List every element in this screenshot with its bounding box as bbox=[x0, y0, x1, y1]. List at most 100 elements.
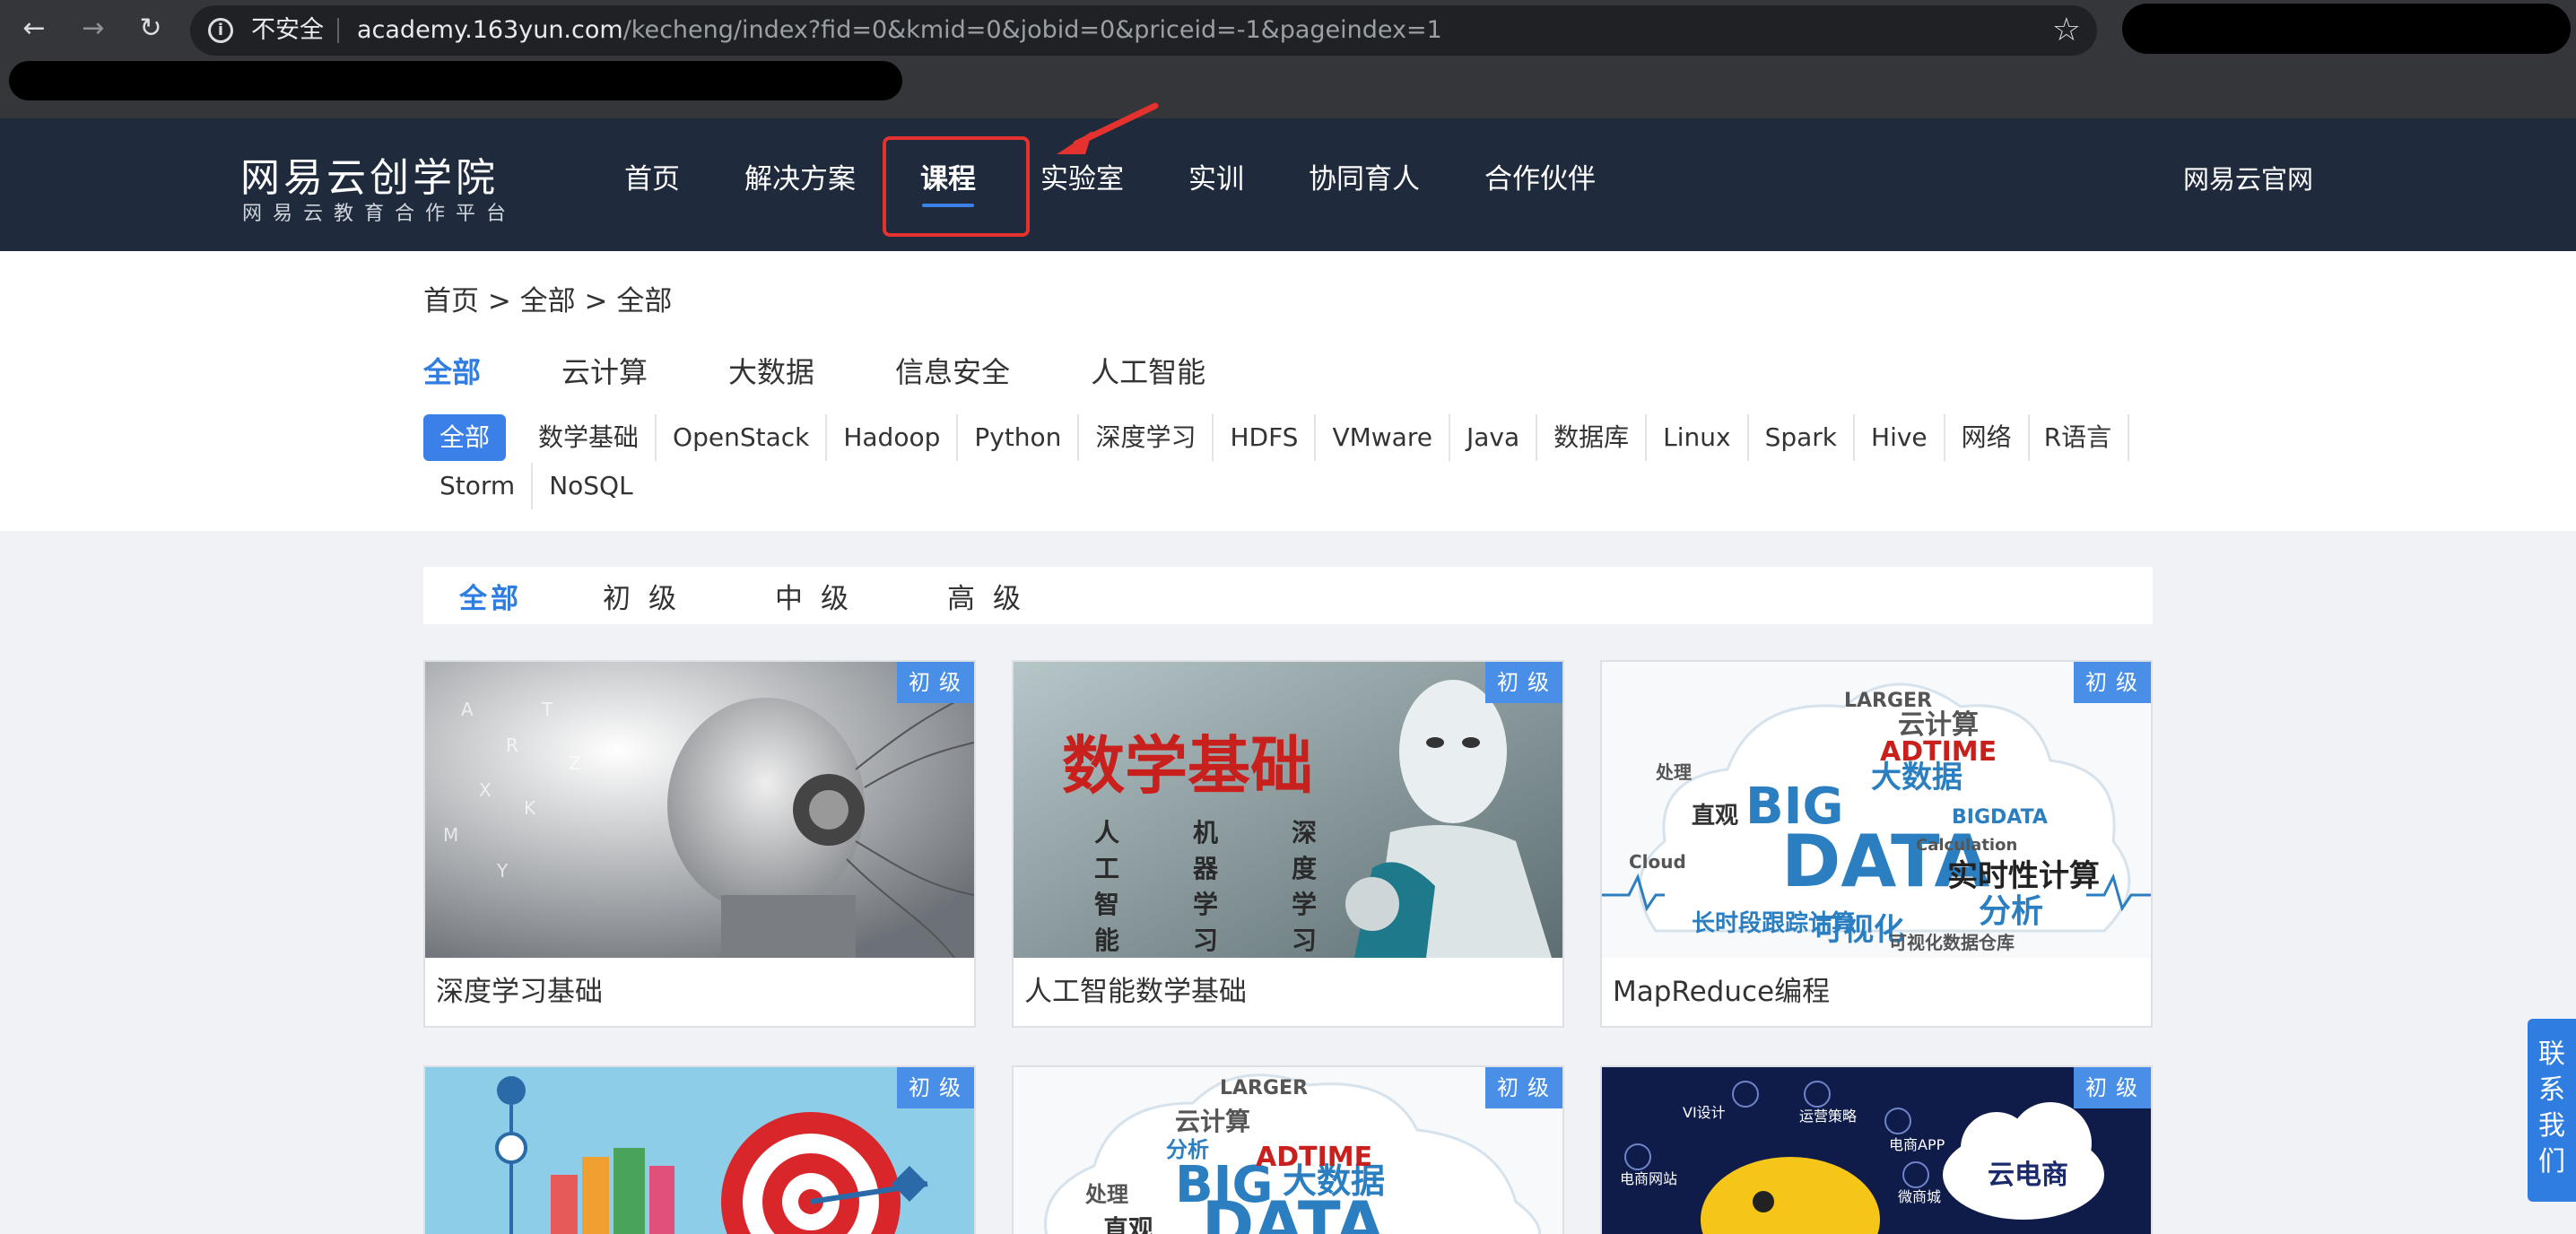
forward-icon[interactable]: → bbox=[77, 13, 109, 45]
target-image-icon bbox=[425, 1067, 974, 1234]
nav-solutions[interactable]: 解决方案 bbox=[712, 118, 888, 251]
svg-text:处理: 处理 bbox=[1655, 761, 1692, 783]
course-thumbnail[interactable]: VI设计 运营策略 电商APP 电商网站 微商城 云电商 初级 bbox=[1602, 1067, 2151, 1234]
course-thumbnail[interactable]: BIG 大数据 DATA ADTIME 实时性计算 长时段跟踪计算 可视化 分析… bbox=[1602, 662, 2151, 958]
level-badge: 初级 bbox=[1485, 662, 1562, 703]
tag-item[interactable]: Hive bbox=[1855, 414, 1945, 461]
level-advanced[interactable]: 高级 bbox=[947, 576, 1039, 616]
official-site-link[interactable]: 网易云官网 bbox=[2183, 118, 2313, 240]
course-card[interactable]: BIG 大数据 DATA ADTIME 实时性计算 长时段跟踪计算 可视化 分析… bbox=[1600, 660, 2153, 1028]
tag-item[interactable]: OpenStack bbox=[657, 414, 828, 461]
svg-text:习: 习 bbox=[1193, 926, 1218, 955]
category-tab-security[interactable]: 信息安全 bbox=[895, 350, 1010, 391]
robot-image-icon: A R X T M K Z Y bbox=[425, 662, 974, 958]
svg-text:运营策略: 运营策略 bbox=[1799, 1108, 1857, 1125]
svg-text:能: 能 bbox=[1094, 926, 1119, 955]
tag-filter: 全部 数学基础 OpenStack Hadoop Python 深度学习 HDF… bbox=[423, 414, 2154, 511]
svg-text:LARGER: LARGER bbox=[1220, 1077, 1308, 1099]
bigdata-cloud-image-icon: BIG 大数据 DATA ADTIME 分析 直观 LARGER 云计算 处理 bbox=[1014, 1067, 1562, 1234]
svg-text:机: 机 bbox=[1193, 818, 1218, 847]
level-badge: 初级 bbox=[2074, 1067, 2151, 1108]
tag-all[interactable]: 全部 bbox=[423, 414, 507, 461]
tag-item[interactable]: 网络 bbox=[1945, 414, 2030, 461]
course-card[interactable]: VI设计 运营策略 电商APP 电商网站 微商城 云电商 初级 bbox=[1600, 1065, 2153, 1234]
nav-training[interactable]: 实训 bbox=[1156, 118, 1276, 251]
course-thumbnail[interactable]: A R X T M K Z Y 初级 bbox=[425, 662, 974, 958]
nav-partners[interactable]: 合作伙伴 bbox=[1452, 118, 1628, 251]
category-tab-bigdata[interactable]: 大数据 bbox=[728, 350, 814, 391]
svg-text:学: 学 bbox=[1193, 890, 1218, 919]
svg-text:分析: 分析 bbox=[1979, 893, 2043, 930]
annotation-arrow-icon bbox=[1057, 102, 1159, 154]
breadcrumb[interactable]: 首页 > 全部 > 全部 bbox=[423, 278, 672, 318]
svg-text:习: 习 bbox=[1292, 926, 1317, 955]
redacted-bookmarks bbox=[9, 61, 902, 100]
course-thumbnail[interactable]: 数学基础 人工智能 机器学习 深度学习 初级 bbox=[1014, 662, 1562, 958]
url-text[interactable]: academy.163yun.com/kecheng/index?fid=0&k… bbox=[357, 5, 1442, 56]
course-card[interactable]: BIG 大数据 DATA ADTIME 分析 直观 LARGER 云计算 处理 … bbox=[1012, 1065, 1564, 1234]
url-separator bbox=[337, 18, 339, 43]
svg-text:DATA: DATA bbox=[1202, 1188, 1384, 1234]
redacted-profile bbox=[2122, 4, 2571, 54]
tag-item[interactable]: VMware bbox=[1316, 414, 1450, 461]
level-filter: 全部 初级 中级 高级 bbox=[423, 567, 2153, 624]
svg-text:电商网站: 电商网站 bbox=[1620, 1170, 1677, 1187]
tag-item[interactable]: HDFS bbox=[1214, 414, 1317, 461]
tag-item[interactable]: 数学基础 bbox=[522, 414, 657, 461]
bookmarks-bar bbox=[0, 59, 2576, 118]
tag-item[interactable]: Hadoop bbox=[827, 414, 959, 461]
bookmark-star-icon[interactable]: ☆ bbox=[2052, 13, 2081, 48]
svg-text:器: 器 bbox=[1192, 854, 1219, 883]
address-bar[interactable]: i 不安全 academy.163yun.com/kecheng/index?f… bbox=[190, 5, 2097, 56]
svg-text:处理: 处理 bbox=[1084, 1182, 1128, 1207]
nav-collaboration[interactable]: 协同育人 bbox=[1276, 118, 1452, 251]
tag-item[interactable]: Java bbox=[1450, 414, 1538, 461]
svg-text:Cloud: Cloud bbox=[1629, 851, 1686, 873]
level-beginner[interactable]: 初级 bbox=[603, 576, 694, 616]
course-title[interactable]: 人工智能数学基础 bbox=[1014, 958, 1562, 1026]
svg-text:ADTIME: ADTIME bbox=[1880, 736, 1997, 768]
tag-item[interactable]: Python bbox=[958, 414, 1080, 461]
back-icon[interactable]: ← bbox=[18, 13, 50, 45]
bigdata-cloud-image-icon: BIG 大数据 DATA ADTIME 实时性计算 长时段跟踪计算 可视化 分析… bbox=[1602, 662, 2151, 958]
tag-item[interactable]: Linux bbox=[1647, 414, 1749, 461]
course-thumbnail[interactable]: BIG 大数据 DATA ADTIME 分析 直观 LARGER 云计算 处理 … bbox=[1014, 1067, 1562, 1234]
course-card[interactable]: 数学基础 人工智能 机器学习 深度学习 初级 人工智能数学基础 bbox=[1012, 660, 1564, 1028]
browser-toolbar: ← → ↻ i 不安全 academy.163yun.com/kecheng/i… bbox=[0, 0, 2576, 59]
level-all[interactable]: 全部 bbox=[459, 576, 522, 616]
reload-icon[interactable]: ↻ bbox=[135, 13, 167, 45]
svg-text:微商城: 微商城 bbox=[1898, 1188, 1941, 1205]
svg-text:ADTIME: ADTIME bbox=[1256, 1142, 1372, 1173]
tag-item[interactable]: 数据库 bbox=[1537, 414, 1648, 461]
url-host: academy.163yun.com bbox=[357, 16, 623, 44]
svg-text:Y: Y bbox=[496, 860, 509, 882]
category-tab-all[interactable]: 全部 bbox=[423, 350, 481, 391]
category-tab-ai[interactable]: 人工智能 bbox=[1091, 350, 1205, 391]
svg-text:A: A bbox=[461, 699, 474, 720]
svg-text:深: 深 bbox=[1292, 818, 1317, 847]
course-card[interactable]: 初级 bbox=[423, 1065, 976, 1234]
category-tabs: 全部 云计算 大数据 信息安全 人工智能 bbox=[423, 350, 1286, 391]
category-tab-cloud[interactable]: 云计算 bbox=[561, 350, 648, 391]
tag-item[interactable]: Spark bbox=[1749, 414, 1856, 461]
course-title[interactable]: MapReduce编程 bbox=[1602, 958, 2151, 1026]
contact-us-button[interactable]: 联系我们 bbox=[2528, 1019, 2576, 1202]
level-intermediate[interactable]: 中级 bbox=[775, 576, 866, 616]
image-title: 数学基础 bbox=[1062, 729, 1313, 803]
info-icon[interactable]: i bbox=[208, 18, 233, 43]
svg-text:K: K bbox=[524, 797, 536, 819]
course-title[interactable]: 深度学习基础 bbox=[425, 958, 974, 1026]
svg-text:云计算: 云计算 bbox=[1175, 1107, 1250, 1136]
logo-subtitle: 网易云教育合作平台 bbox=[242, 203, 518, 225]
tag-item[interactable]: R语言 bbox=[2030, 414, 2130, 461]
image-col1-1: 人 bbox=[1094, 818, 1119, 847]
svg-text:VI设计: VI设计 bbox=[1683, 1104, 1726, 1121]
tag-item[interactable]: Storm bbox=[423, 463, 534, 509]
svg-text:电商APP: 电商APP bbox=[1889, 1136, 1945, 1153]
course-thumbnail[interactable]: 初级 bbox=[425, 1067, 974, 1234]
logo-title[interactable]: 网易云创学院 bbox=[240, 145, 499, 203]
tag-item[interactable]: NoSQL bbox=[533, 463, 649, 509]
tag-item[interactable]: 深度学习 bbox=[1079, 414, 1214, 461]
nav-home[interactable]: 首页 bbox=[592, 118, 712, 251]
course-card[interactable]: A R X T M K Z Y 初级 深度学习基础 bbox=[423, 660, 976, 1028]
